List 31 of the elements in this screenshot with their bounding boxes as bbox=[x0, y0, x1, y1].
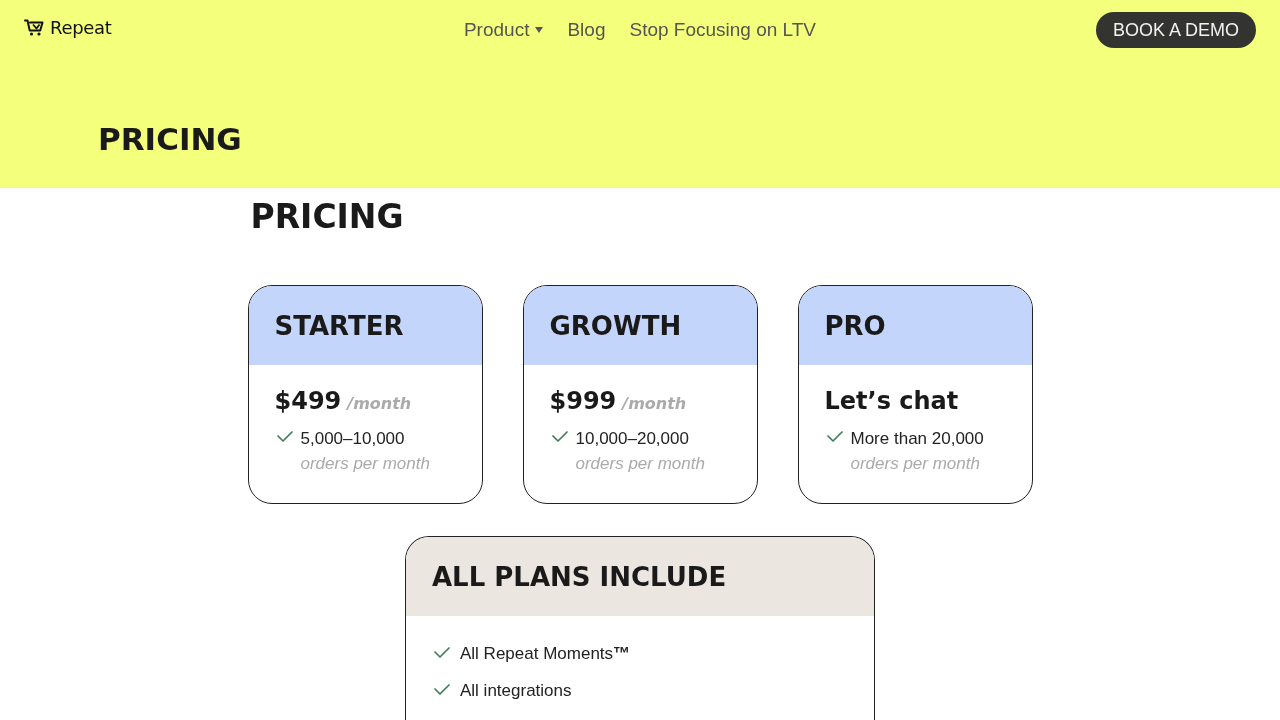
nav-link[interactable]: Product bbox=[463, 19, 544, 41]
plan-price: Let’s chat bbox=[824, 387, 959, 415]
cart-icon bbox=[24, 19, 44, 36]
feature-note: orders per month bbox=[300, 453, 430, 475]
feature-text: All integrations bbox=[460, 680, 572, 702]
nav-link[interactable]: Stop Focusing on LTV bbox=[629, 19, 817, 41]
price-period: /month bbox=[622, 394, 687, 413]
logo-text: Repeat bbox=[50, 17, 112, 38]
section-title: PRICING bbox=[250, 196, 404, 238]
check-icon bbox=[276, 431, 293, 442]
plan-name: PRO bbox=[824, 310, 886, 341]
feature-text: More than 20,000 bbox=[850, 428, 984, 450]
includes-title: ALL PLANS INCLUDE bbox=[432, 561, 727, 592]
plan-price: $999 bbox=[549, 387, 617, 415]
feature-text: All Repeat Moments™ bbox=[460, 643, 631, 665]
feature-note: orders per month bbox=[850, 453, 980, 475]
page-title: PRICING bbox=[98, 120, 242, 159]
nav-link[interactable]: Blog bbox=[567, 19, 606, 41]
book-demo-button[interactable]: BOOK A DEMO bbox=[1095, 12, 1256, 48]
check-icon bbox=[434, 683, 450, 695]
plan-name: STARTER bbox=[274, 310, 404, 341]
check-icon bbox=[551, 431, 568, 442]
check-icon bbox=[434, 646, 450, 658]
price-period: /month bbox=[347, 394, 412, 413]
feature-text: 5,000–10,000 bbox=[300, 428, 405, 450]
check-icon bbox=[826, 431, 843, 442]
plan-price: $499 bbox=[274, 387, 342, 415]
feature-note: orders per month bbox=[575, 453, 705, 475]
logo-link[interactable]: Repeat bbox=[24, 17, 112, 38]
feature-text: 10,000–20,000 bbox=[575, 428, 689, 450]
plan-name: GROWTH bbox=[549, 310, 682, 341]
